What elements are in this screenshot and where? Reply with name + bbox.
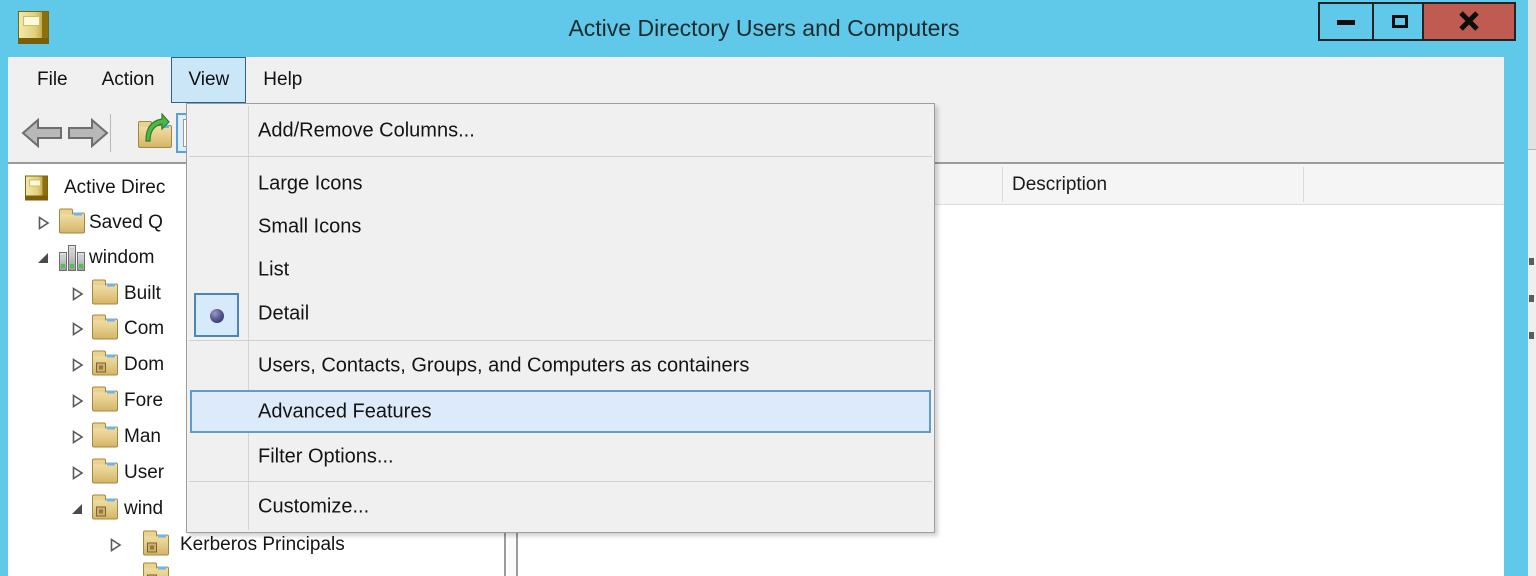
maximize-icon: [1392, 15, 1408, 28]
tree-item-label: Dom: [124, 354, 165, 375]
menu-item-detail[interactable]: Detail: [187, 291, 934, 337]
menu-file[interactable]: File: [20, 57, 85, 103]
maximize-button[interactable]: [1372, 4, 1424, 39]
minimize-button[interactable]: [1320, 4, 1372, 39]
tree-item-label: Kerberos Principals: [180, 534, 345, 555]
view-menu-popup: Add/Remove Columns... Large Icons Small …: [186, 103, 935, 533]
collapsed-icon[interactable]: [38, 216, 50, 230]
menu-action[interactable]: Action: [85, 57, 172, 103]
back-icon[interactable]: [20, 117, 64, 149]
folder-icon: [92, 458, 118, 484]
folder-icon: [92, 279, 118, 305]
tree-item-label: Saved Q: [89, 212, 163, 233]
tree-item-label: Fore: [124, 390, 164, 411]
collapsed-icon[interactable]: [72, 430, 84, 444]
menu-item-advanced-features[interactable]: Advanced Features: [187, 390, 934, 433]
menu-item-small-icons[interactable]: Small Icons: [187, 205, 934, 248]
menu-separator: [189, 156, 932, 157]
collapsed-icon[interactable]: [72, 466, 84, 480]
menu-item-customize[interactable]: Customize...: [187, 485, 934, 528]
tree-item-label: Built: [124, 283, 161, 304]
toolbar-separator: [110, 114, 111, 152]
console-icon: [25, 175, 48, 201]
menu-item-list[interactable]: List: [187, 248, 934, 291]
menu-separator: [189, 481, 932, 482]
window-title: Active Directory Users and Computers: [568, 15, 960, 41]
minimize-icon: [1337, 20, 1355, 25]
window-border-left: [0, 57, 8, 576]
collapsed-icon[interactable]: [72, 287, 84, 301]
expanded-icon[interactable]: [38, 251, 50, 265]
menu-separator: [189, 340, 932, 341]
folder-icon: [59, 208, 85, 234]
column-divider[interactable]: [1303, 167, 1304, 202]
menu-view[interactable]: View: [171, 57, 247, 103]
description-column-header[interactable]: Description: [1012, 164, 1107, 205]
tree-item-label: windom: [89, 247, 155, 268]
menu-item-add-remove-columns[interactable]: Add/Remove Columns...: [187, 108, 934, 154]
ou-folder-icon: [92, 350, 118, 376]
folder-icon: [92, 422, 118, 448]
window-controls: [1318, 2, 1516, 41]
tree-item-label: Man: [124, 426, 161, 447]
menu-item-large-icons[interactable]: Large Icons: [187, 162, 934, 205]
folder-icon: [92, 386, 118, 412]
export-folder-icon[interactable]: [136, 113, 174, 149]
collapsed-icon[interactable]: [110, 538, 122, 552]
domain-icon: [59, 245, 85, 271]
close-button[interactable]: [1424, 4, 1514, 39]
tree-item-kerberos-principals[interactable]: Kerberos Principals: [10, 528, 504, 562]
collapsed-icon[interactable]: [72, 322, 84, 336]
expanded-icon[interactable]: [72, 502, 84, 516]
forward-icon[interactable]: [66, 117, 110, 149]
aduc-window: Active Directory Users and Computers Fil…: [0, 0, 1536, 576]
title-bar[interactable]: Active Directory Users and Computers: [0, 0, 1528, 57]
tree-item-label: Com: [124, 318, 165, 339]
ou-folder-icon: [92, 494, 118, 520]
background-window-sliver: [1528, 0, 1536, 576]
close-icon: [1459, 11, 1479, 31]
collapsed-icon[interactable]: [72, 394, 84, 408]
tree-item-label: Active Direc: [64, 177, 166, 198]
menu-item-users-as-containers[interactable]: Users, Contacts, Groups, and Computers a…: [187, 344, 934, 388]
collapsed-icon[interactable]: [72, 358, 84, 372]
menu-help[interactable]: Help: [246, 57, 319, 103]
ou-folder-icon: [143, 562, 169, 576]
window-border-right: [1504, 57, 1528, 576]
column-divider[interactable]: [1002, 167, 1003, 202]
tree-item-partial[interactable]: [10, 560, 504, 576]
ou-folder-icon: [143, 530, 169, 556]
menu-bar: File Action View Help: [8, 57, 1504, 103]
tree-item-label: User: [124, 462, 165, 483]
tree-item-label: wind: [124, 498, 164, 519]
menu-item-filter-options[interactable]: Filter Options...: [187, 435, 934, 478]
folder-icon: [92, 314, 118, 340]
